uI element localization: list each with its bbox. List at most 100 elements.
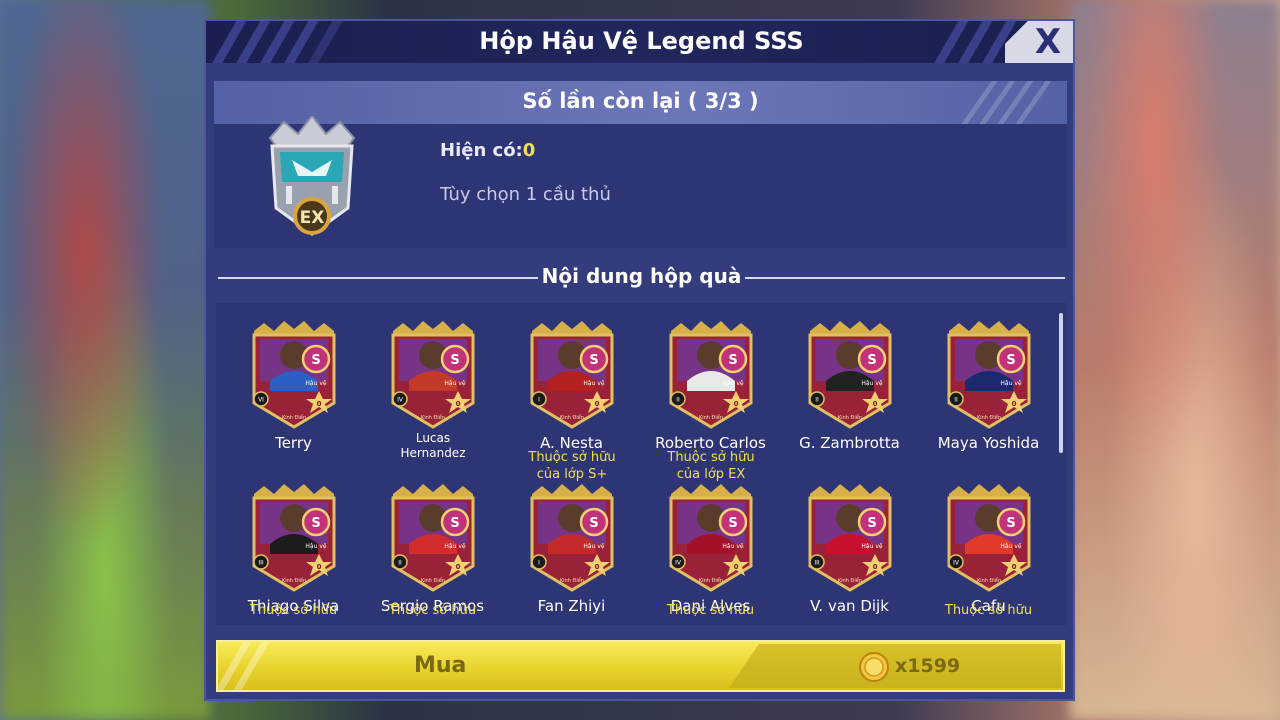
svg-text:Kinh Điển: Kinh Điển [699, 577, 723, 584]
svg-text:0: 0 [317, 563, 322, 571]
player-card-frame: S Hậu vệ II 0 Kinh Điển [947, 321, 1031, 429]
player-card-frame: S Hậu vệ IV 0 Kinh Điển [947, 484, 1031, 592]
svg-text:Kinh Điển: Kinh Điển [421, 577, 445, 584]
svg-text:S: S [1006, 516, 1015, 531]
svg-text:Kinh Điển: Kinh Điển [838, 414, 862, 421]
svg-text:0: 0 [873, 563, 878, 571]
player-card[interactable]: S Hậu vệ IV 0 Kinh Điển Dani Alves Thuộc sở hữ… [641, 484, 780, 625]
player-card-frame: S Hậu vệ I 0 Kinh Điển [530, 321, 614, 429]
pack-info: EX Hiện có:0 Tùy chọn 1 cầu thủ [214, 116, 1067, 248]
player-card-frame: S Hậu vệ III 0 Kinh Điển [808, 484, 892, 592]
svg-text:Hậu vệ: Hậu vệ [861, 543, 882, 550]
contents-divider: Nội dung hộp quà [218, 264, 1065, 290]
buy-label: Mua [414, 653, 467, 678]
svg-text:S: S [728, 516, 737, 531]
svg-text:Hậu vệ: Hậu vệ [583, 380, 604, 387]
player-name: Maya Yoshida [937, 434, 1040, 452]
grid-scrollbar[interactable] [1059, 313, 1063, 453]
svg-text:S: S [867, 353, 876, 368]
svg-text:S: S [1006, 353, 1015, 368]
svg-text:S: S [589, 516, 598, 531]
player-name: Lucas Hernandez [400, 431, 466, 460]
svg-text:Kinh Điển: Kinh Điển [977, 577, 1001, 584]
svg-text:Kinh Điển: Kinh Điển [282, 577, 306, 584]
player-card[interactable]: S Hậu vệ II 0 Kinh Điển Roberto Carlos Thuộc s… [641, 321, 780, 482]
svg-text:Kinh Điển: Kinh Điển [699, 414, 723, 421]
dialog-titlebar: Hộp Hậu Vệ Legend SSS X [206, 21, 1073, 63]
player-card-frame: S Hậu vệ II 0 Kinh Điển [669, 321, 753, 429]
player-card[interactable]: S Hậu vệ IV 0 Kinh Điển Lucas Hernandez [363, 321, 502, 481]
svg-text:Kinh Điển: Kinh Điển [838, 577, 862, 584]
ownership-note: Thuộc sở hữu [249, 603, 338, 618]
background-right [1070, 0, 1280, 720]
background-left [0, 0, 210, 720]
player-grid[interactable]: S Hậu vệ VI 0 Kinh Điển Terry S Hậu vệ IV 0 Kinh Đ… [216, 303, 1067, 625]
svg-text:IV: IV [397, 397, 404, 404]
player-card[interactable]: S Hậu vệ II 0 Kinh Điển Maya Yoshida [919, 321, 1058, 481]
svg-text:II: II [815, 397, 819, 404]
ownership-note: Thuộc sở hữu [666, 603, 755, 618]
svg-text:0: 0 [734, 563, 739, 571]
svg-text:0: 0 [1012, 400, 1017, 408]
player-card[interactable]: S Hậu vệ II 0 Kinh Điển Sergio Ramos Thuộc sở … [363, 484, 502, 625]
price-value: x1599 [895, 655, 961, 677]
svg-text:Kinh Điển: Kinh Điển [560, 414, 584, 421]
svg-text:0: 0 [456, 563, 461, 571]
svg-text:0: 0 [456, 400, 461, 408]
player-name: V. van Dijk [810, 597, 889, 615]
player-card-frame: S Hậu vệ II 0 Kinh Điển [808, 321, 892, 429]
contents-title: Nội dung hộp quà [541, 264, 742, 288]
pack-dialog: Hộp Hậu Vệ Legend SSS X Số lần còn lại (… [204, 19, 1075, 701]
player-card[interactable]: S Hậu vệ IV 0 Kinh Điển Cafu Thuộc sở hữu [919, 484, 1058, 625]
svg-text:Kinh Điển: Kinh Điển [560, 577, 584, 584]
svg-text:Hậu vệ: Hậu vệ [1000, 380, 1021, 387]
buy-button[interactable]: Mua x1599 [216, 640, 1065, 692]
ownership-note: Thuộc sở hữu [944, 603, 1033, 618]
svg-text:I: I [538, 397, 540, 404]
svg-text:Hậu vệ: Hậu vệ [722, 380, 743, 387]
remaining-count-text: Số lần còn lại ( 3/3 ) [522, 89, 759, 113]
svg-text:Kinh Điển: Kinh Điển [421, 414, 445, 421]
player-card-frame: S Hậu vệ I 0 Kinh Điển [530, 484, 614, 592]
player-card-frame: S Hậu vệ III 0 Kinh Điển [252, 484, 336, 592]
player-card[interactable]: S Hậu vệ I 0 Kinh Điển Fan Zhiyi [502, 484, 641, 625]
svg-text:0: 0 [595, 563, 600, 571]
svg-text:S: S [311, 353, 320, 368]
player-card[interactable]: S Hậu vệ III 0 Kinh Điển V. van Dijk [780, 484, 919, 625]
price-box: x1599 [729, 644, 1061, 688]
player-card[interactable]: S Hậu vệ III 0 Kinh Điển Thiago Silva Thuộc sở… [224, 484, 363, 625]
svg-text:0: 0 [317, 400, 322, 408]
svg-text:0: 0 [1012, 563, 1017, 571]
svg-text:IV: IV [953, 560, 960, 567]
svg-text:S: S [450, 353, 459, 368]
svg-text:S: S [867, 516, 876, 531]
player-card[interactable]: S Hậu vệ VI 0 Kinh Điển Terry [224, 321, 363, 481]
svg-text:VI: VI [258, 397, 264, 404]
svg-text:EX: EX [300, 208, 325, 228]
svg-text:S: S [311, 516, 320, 531]
ex-crest-icon: EX [268, 116, 356, 236]
owned-label: Hiện có: [440, 140, 523, 161]
ownership-note: Thuộc sở hữu của lớp S+ [528, 450, 616, 482]
svg-text:III: III [814, 560, 820, 567]
svg-text:III: III [258, 560, 264, 567]
player-name: Fan Zhiyi [537, 597, 606, 615]
player-card-frame: S Hậu vệ IV 0 Kinh Điển [669, 484, 753, 592]
svg-text:Kinh Điển: Kinh Điển [282, 414, 306, 421]
option-description: Tùy chọn 1 cầu thủ [440, 184, 611, 205]
player-name: G. Zambrotta [799, 434, 900, 452]
svg-text:Hậu vệ: Hậu vệ [583, 543, 604, 550]
close-button[interactable]: X [1005, 21, 1073, 63]
svg-text:Hậu vệ: Hậu vệ [861, 380, 882, 387]
player-card[interactable]: S Hậu vệ I 0 Kinh Điển A. Nesta Thuộc sở hữu c… [502, 321, 641, 482]
svg-text:I: I [538, 560, 540, 567]
coin-icon [859, 652, 889, 682]
svg-text:S: S [450, 516, 459, 531]
player-name: Terry [275, 434, 312, 452]
player-card-frame: S Hậu vệ IV 0 Kinh Điển [391, 321, 475, 429]
player-card[interactable]: S Hậu vệ II 0 Kinh Điển G. Zambrotta [780, 321, 919, 481]
ownership-note: Thuộc sở hữu [388, 603, 477, 618]
close-icon: X [1034, 22, 1062, 62]
svg-text:Hậu vệ: Hậu vệ [1000, 543, 1021, 550]
svg-text:II: II [954, 397, 958, 404]
